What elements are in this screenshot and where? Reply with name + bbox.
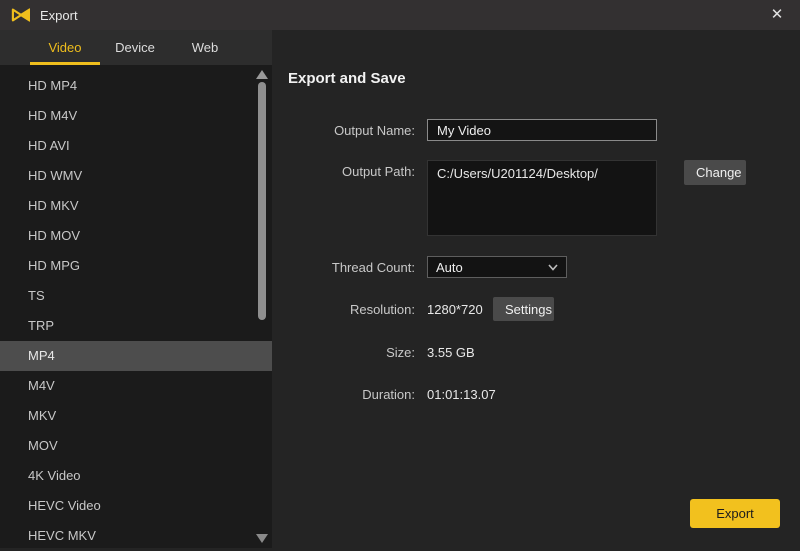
size-row: Size: 3.55 GB [272,341,475,363]
sidebar-item-hevc-video[interactable]: HEVC Video [0,491,272,521]
export-panel: Export and Save Output Name: Output Path… [272,30,800,548]
sidebar-item-hd-mkv[interactable]: HD MKV [0,191,272,221]
output-path-box[interactable]: C:/Users/U201124/Desktop/ [427,160,657,236]
thread-count-dropdown[interactable]: Auto [427,256,567,278]
left-column: Video Device Web HD MP4HD M4VHD AVIHD WM… [0,30,272,548]
window-title: Export [40,8,78,23]
sidebar-item-ts[interactable]: TS [0,281,272,311]
export-button[interactable]: Export [690,499,780,528]
close-icon[interactable]: ✕ [766,5,788,25]
thread-count-value: Auto [436,260,548,275]
thread-count-label: Thread Count: [272,260,415,275]
resolution-label: Resolution: [272,302,415,317]
resolution-value: 1280*720 [427,302,493,317]
resolution-settings-button[interactable]: Settings [493,297,554,321]
sidebar-item-mp4[interactable]: MP4 [0,341,272,371]
sidebar-item-hd-m4v[interactable]: HD M4V [0,101,272,131]
chevron-down-icon [548,264,558,271]
tab-device[interactable]: Device [100,30,170,65]
tab-video[interactable]: Video [30,30,100,65]
filmora-logo-icon [10,6,32,24]
scrollbar-up-icon[interactable] [256,70,268,79]
sidebar-item-hd-mpg[interactable]: HD MPG [0,251,272,281]
scrollbar-down-icon[interactable] [256,534,268,543]
output-name-input[interactable] [427,119,657,141]
format-list: HD MP4HD M4VHD AVIHD WMVHD MKVHD MOVHD M… [0,65,272,551]
size-label: Size: [272,345,415,360]
output-name-row: Output Name: [272,119,657,141]
duration-label: Duration: [272,387,415,402]
sidebar-item-hd-avi[interactable]: HD AVI [0,131,272,161]
tab-bar: Video Device Web [0,30,272,65]
change-path-button[interactable]: Change [684,160,746,185]
panel-heading: Export and Save [288,70,406,87]
sidebar-item-hd-mp4[interactable]: HD MP4 [0,71,272,101]
output-path-row: Output Path: C:/Users/U201124/Desktop/ C… [272,160,746,236]
duration-value: 01:01:13.07 [427,387,496,402]
tab-web[interactable]: Web [170,30,240,65]
output-path-label: Output Path: [272,160,415,184]
titlebar: Export ✕ [0,0,800,30]
sidebar-item-mkv[interactable]: MKV [0,401,272,431]
sidebar-item-hd-mov[interactable]: HD MOV [0,221,272,251]
output-name-label: Output Name: [272,123,415,138]
duration-row: Duration: 01:01:13.07 [272,383,496,405]
thread-count-row: Thread Count: Auto [272,256,567,278]
sidebar-item-hevc-mkv[interactable]: HEVC MKV [0,521,272,551]
sidebar-item-mov[interactable]: MOV [0,431,272,461]
sidebar-item-trp[interactable]: TRP [0,311,272,341]
sidebar-item-hd-wmv[interactable]: HD WMV [0,161,272,191]
size-value: 3.55 GB [427,345,475,360]
sidebar-item-m4v[interactable]: M4V [0,371,272,401]
scrollbar-thumb[interactable] [258,82,266,320]
resolution-row: Resolution: 1280*720 Settings [272,297,554,321]
export-dialog: Export ✕ Video Device Web HD MP4HD M4VHD… [0,0,800,548]
sidebar-item-4k-video[interactable]: 4K Video [0,461,272,491]
